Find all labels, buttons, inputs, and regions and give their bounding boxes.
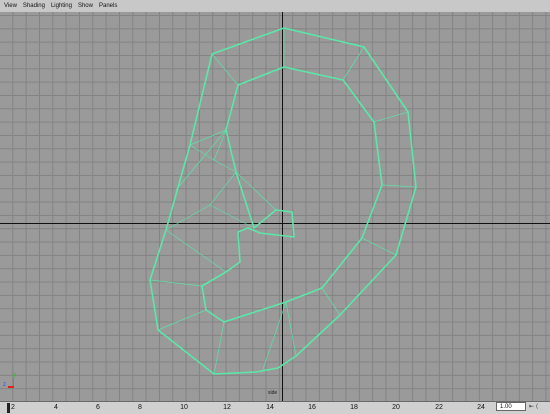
outer-and-inner-loops (149, 27, 417, 375)
menu-show[interactable]: Show (75, 0, 96, 12)
current-time-marker[interactable] (7, 403, 10, 413)
time-tick: 6 (96, 404, 100, 411)
time-tick: 20 (392, 404, 400, 411)
time-tick: 8 (138, 404, 142, 411)
axis-orientation-gizmo: y z (3, 372, 19, 398)
menu-shading[interactable]: Shading (20, 0, 48, 12)
time-tick: 12 (223, 404, 231, 411)
time-slider[interactable]: 2 4 6 8 10 12 14 16 18 20 22 24 (0, 401, 550, 414)
ear-wireframe-mesh[interactable] (0, 12, 550, 401)
inner-edge-loop[interactable] (201, 66, 383, 323)
menu-panels[interactable]: Panels (96, 0, 120, 12)
time-tick: 14 (266, 404, 274, 411)
maya-viewport-window: View Shading Lighting Show Panels side y… (0, 0, 550, 414)
time-tick: 24 (477, 404, 485, 411)
menu-lighting[interactable]: Lighting (48, 0, 75, 12)
menu-view[interactable]: View (0, 0, 20, 12)
time-tick: 4 (54, 404, 58, 411)
current-frame-field[interactable]: 1.00 (496, 402, 526, 411)
time-tick: 10 (180, 404, 188, 411)
gizmo-z-label: z (3, 382, 6, 388)
time-tick: 2 (11, 404, 15, 411)
camera-name-label: side (268, 390, 278, 396)
step-back-icon[interactable]: ⇤ ⟨ (529, 403, 538, 410)
time-tick: 16 (308, 404, 316, 411)
time-tick: 22 (435, 404, 443, 411)
time-tick: 18 (350, 404, 358, 411)
gizmo-z-arrow (8, 386, 14, 388)
side-viewport[interactable]: side y z (0, 12, 550, 401)
